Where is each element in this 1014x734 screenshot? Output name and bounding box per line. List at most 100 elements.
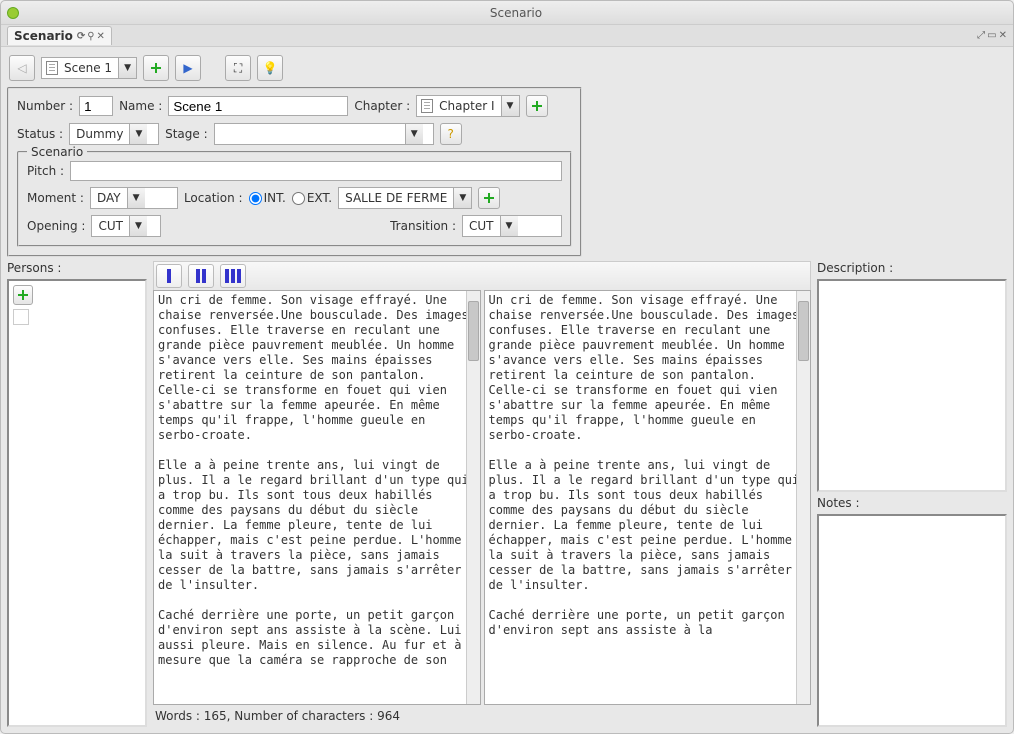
- transition-select[interactable]: CUT ▼: [462, 215, 562, 237]
- window-close-button[interactable]: [7, 7, 19, 19]
- tab-refresh-icon[interactable]: ⟳: [77, 31, 85, 42]
- int-radio[interactable]: INT.: [249, 191, 286, 205]
- name-label: Name :: [119, 99, 162, 113]
- plus-icon: [149, 61, 163, 75]
- chapter-value: Chapter I: [433, 99, 500, 113]
- scrollbar-thumb[interactable]: [468, 301, 479, 361]
- scrollbar[interactable]: [466, 291, 480, 704]
- tab-scenario[interactable]: Scenario ⟳ ⚲ ✕: [7, 26, 112, 45]
- stage-select[interactable]: ▼: [214, 123, 434, 145]
- chevron-down-icon[interactable]: ▼: [453, 188, 471, 208]
- add-location-button[interactable]: [478, 187, 500, 209]
- tab-bar: Scenario ⟳ ⚲ ✕ ⤢ ▭ ✕: [1, 25, 1013, 47]
- chapter-label: Chapter :: [354, 99, 410, 113]
- location-value: SALLE DE FERME: [339, 191, 453, 205]
- ext-radio-input[interactable]: [292, 192, 305, 205]
- stage-help-button[interactable]: ?: [440, 123, 462, 145]
- scene-form: Number : Name : Chapter : Chapter I ▼ St…: [7, 87, 582, 257]
- chevron-down-icon[interactable]: ▼: [129, 124, 147, 144]
- play-button[interactable]: ▶: [175, 55, 201, 81]
- scene-selector[interactable]: Scene 1 ▼: [41, 57, 137, 79]
- editor-column: Un cri de femme. Son visage effrayé. Une…: [153, 261, 811, 727]
- add-person-button[interactable]: [13, 285, 33, 305]
- editor-text-left[interactable]: Un cri de femme. Son visage effrayé. Une…: [154, 291, 480, 670]
- tab-pin-icon[interactable]: ⚲: [87, 31, 94, 42]
- status-value: Dummy: [70, 127, 129, 141]
- lower-area: Persons : Un cri de femme. Son visage ef…: [7, 261, 1007, 727]
- persons-list[interactable]: [7, 279, 147, 727]
- scenario-fieldset: Scenario Pitch : Moment : DAY ▼ Location…: [17, 151, 572, 247]
- person-placeholder[interactable]: [13, 309, 29, 325]
- tab-label: Scenario: [14, 29, 73, 43]
- opening-select[interactable]: CUT ▼: [91, 215, 161, 237]
- editor-pane-right[interactable]: Un cri de femme. Son visage effrayé. Une…: [484, 290, 812, 705]
- ext-label: EXT.: [307, 191, 332, 205]
- back-button[interactable]: ◁: [9, 55, 35, 81]
- editor-pane-left[interactable]: Un cri de femme. Son visage effrayé. Une…: [153, 290, 481, 705]
- editor-text-right[interactable]: Un cri de femme. Son visage effrayé. Une…: [485, 291, 811, 640]
- chevron-down-icon[interactable]: ▼: [118, 58, 136, 78]
- single-column-button[interactable]: [156, 264, 182, 288]
- moment-select[interactable]: DAY ▼: [90, 187, 178, 209]
- notes-box[interactable]: [817, 514, 1007, 727]
- transition-value: CUT: [463, 219, 500, 233]
- number-label: Number :: [17, 99, 73, 113]
- tab-close-right-icon[interactable]: ✕: [999, 30, 1007, 41]
- idea-button[interactable]: 💡: [257, 55, 283, 81]
- persons-panel: Persons :: [7, 261, 147, 727]
- plus-icon: [530, 99, 544, 113]
- chevron-down-icon[interactable]: ▼: [127, 188, 145, 208]
- plus-icon: [482, 191, 496, 205]
- plus-icon: [16, 288, 30, 302]
- transition-label: Transition :: [390, 219, 456, 233]
- fullscreen-button[interactable]: ⛶: [225, 55, 251, 81]
- description-label: Description :: [817, 261, 1007, 275]
- chevron-down-icon[interactable]: ▼: [129, 216, 147, 236]
- opening-label: Opening :: [27, 219, 85, 233]
- name-input[interactable]: [168, 96, 348, 116]
- opening-value: CUT: [92, 219, 129, 233]
- editor-stats: Words : 165, Number of characters : 964: [153, 705, 811, 727]
- tab-minimize-icon[interactable]: ▭: [987, 30, 996, 41]
- titlebar: Scenario: [1, 1, 1013, 25]
- scrollbar[interactable]: [796, 291, 810, 704]
- int-label: INT.: [264, 191, 286, 205]
- add-scene-button[interactable]: [143, 55, 169, 81]
- persons-label: Persons :: [7, 261, 147, 275]
- location-label: Location :: [184, 191, 243, 205]
- notes-label: Notes :: [817, 496, 1007, 510]
- content: ◁ Scene 1 ▼ ▶ ⛶ 💡 Number : Name : Chapte…: [1, 47, 1013, 733]
- ext-radio[interactable]: EXT.: [292, 191, 332, 205]
- tab-close-icon[interactable]: ✕: [97, 31, 105, 42]
- window: Scenario Scenario ⟳ ⚲ ✕ ⤢ ▭ ✕ ◁ Scene 1 …: [0, 0, 1014, 734]
- scenario-legend: Scenario: [27, 145, 87, 159]
- chevron-down-icon[interactable]: ▼: [501, 96, 519, 116]
- side-column: Description : Notes :: [817, 261, 1007, 727]
- tab-detach-icon[interactable]: ⤢: [977, 30, 985, 41]
- location-select[interactable]: SALLE DE FERME ▼: [338, 187, 472, 209]
- status-label: Status :: [17, 127, 63, 141]
- moment-label: Moment :: [27, 191, 84, 205]
- scrollbar-thumb[interactable]: [798, 301, 809, 361]
- pitch-input[interactable]: [70, 161, 562, 181]
- three-column-button[interactable]: [220, 264, 246, 288]
- add-chapter-button[interactable]: [526, 95, 548, 117]
- pitch-label: Pitch :: [27, 164, 64, 178]
- scene-selector-text: Scene 1: [58, 61, 118, 75]
- two-column-button[interactable]: [188, 264, 214, 288]
- chevron-down-icon[interactable]: ▼: [405, 124, 423, 144]
- moment-value: DAY: [91, 191, 127, 205]
- editor-panes: Un cri de femme. Son visage effrayé. Une…: [153, 290, 811, 705]
- main-toolbar: ◁ Scene 1 ▼ ▶ ⛶ 💡: [7, 53, 1007, 83]
- stage-label: Stage :: [165, 127, 208, 141]
- int-radio-input[interactable]: [249, 192, 262, 205]
- number-input[interactable]: [79, 96, 113, 116]
- document-icon: [421, 99, 433, 113]
- chevron-down-icon[interactable]: ▼: [500, 216, 518, 236]
- editor-toolbar: [153, 261, 811, 290]
- document-icon: [46, 61, 58, 75]
- description-box[interactable]: [817, 279, 1007, 492]
- window-title: Scenario: [25, 6, 1007, 20]
- status-select[interactable]: Dummy ▼: [69, 123, 159, 145]
- chapter-select[interactable]: Chapter I ▼: [416, 95, 519, 117]
